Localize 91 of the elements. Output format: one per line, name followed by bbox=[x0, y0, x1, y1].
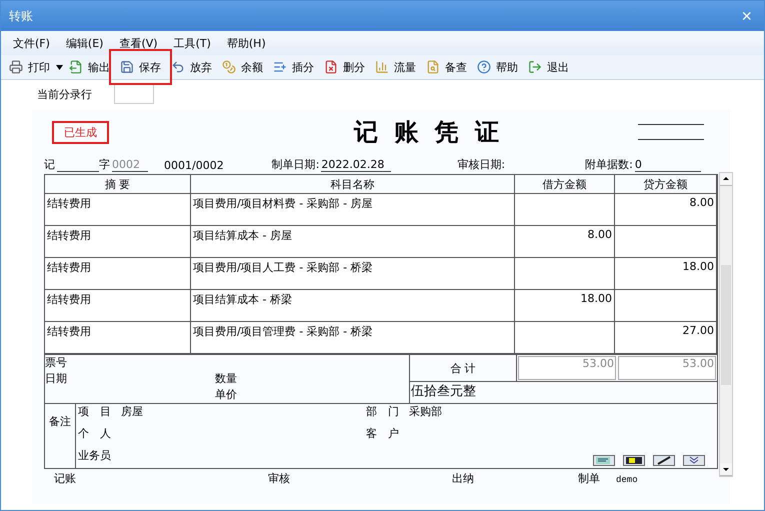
toolbar-button[interactable]: 插分 bbox=[269, 56, 318, 78]
toolbar-button[interactable]: 帮助 bbox=[473, 56, 522, 78]
page-number: 0001/0002 bbox=[164, 159, 224, 172]
account-cell[interactable]: 项目费用/项目人工费 - 采购部 - 桥梁 bbox=[191, 258, 515, 290]
field-label: 部 门 bbox=[366, 404, 399, 420]
toolbar-button[interactable]: 退出 bbox=[524, 56, 573, 78]
export-icon bbox=[69, 60, 83, 74]
summary-cell[interactable]: 结转费用 bbox=[45, 194, 191, 226]
toolbar-button[interactable]: 打印 bbox=[5, 56, 54, 78]
account-cell[interactable]: 项目费用/项目管理费 - 采购部 - 桥梁 bbox=[191, 322, 515, 354]
list-plus-icon bbox=[273, 60, 287, 74]
document-icon[interactable] bbox=[593, 455, 615, 466]
pen-icon[interactable] bbox=[653, 455, 675, 466]
toolbar-button[interactable]: 输出 bbox=[65, 56, 114, 78]
voucher-type: 记 bbox=[44, 157, 55, 172]
window-title: 转账 bbox=[9, 8, 33, 24]
double-chevron-icon[interactable] bbox=[683, 455, 705, 466]
summary-cell[interactable]: 结转费用 bbox=[45, 322, 191, 354]
type-line bbox=[57, 171, 99, 172]
remarks-label: 备注 bbox=[45, 404, 76, 468]
menu-item[interactable]: 工具(T) bbox=[168, 34, 217, 52]
signature-label: 制单 bbox=[578, 471, 600, 486]
menu-item[interactable]: 编辑(E) bbox=[60, 34, 110, 52]
signature-label: 记账 bbox=[54, 471, 76, 486]
menu-item[interactable]: 查看(V) bbox=[113, 34, 164, 52]
signature-label: 出纳 bbox=[452, 471, 474, 486]
date-value: 2022.02.28 bbox=[321, 158, 392, 172]
debit-cell[interactable] bbox=[515, 322, 615, 354]
current-row-label: 当前分录行 bbox=[37, 86, 92, 102]
menu-item[interactable]: 帮助(H) bbox=[220, 34, 272, 52]
toolbar-button[interactable]: 备查 bbox=[422, 56, 471, 78]
account-cell[interactable]: 项目费用/项目材料费 - 采购部 - 房屋 bbox=[191, 194, 515, 226]
file-search-icon bbox=[426, 60, 440, 74]
toolbar-button[interactable]: 余额 bbox=[218, 56, 267, 78]
field-value: 房屋 bbox=[121, 404, 143, 420]
printer-icon bbox=[9, 60, 23, 74]
credit-cell[interactable] bbox=[615, 290, 717, 322]
voucher-title: 记 账 凭 证 bbox=[354, 116, 504, 148]
toolbar-button[interactable]: 放弃 bbox=[167, 56, 216, 78]
caret-icon[interactable] bbox=[56, 64, 63, 70]
save-icon bbox=[120, 60, 134, 74]
debit-cell[interactable]: 18.00 bbox=[515, 290, 615, 322]
menu-item[interactable]: 文件(F) bbox=[7, 34, 56, 52]
total-label: 合 计 bbox=[410, 355, 517, 381]
date-label: 制单日期: bbox=[272, 157, 320, 172]
amount-in-words: 伍拾叁元整 bbox=[410, 383, 477, 400]
attachments-value: 0 bbox=[634, 158, 701, 172]
signature-label: 审核 bbox=[268, 471, 290, 486]
zi-label: 字 bbox=[99, 157, 110, 172]
signature-value: demo bbox=[616, 475, 638, 485]
scroll-down-icon[interactable] bbox=[720, 463, 732, 476]
card-icon[interactable] bbox=[623, 455, 645, 466]
debit-cell[interactable] bbox=[515, 194, 615, 226]
credit-cell[interactable]: 27.00 bbox=[615, 322, 717, 354]
audit-date-label: 审核日期: bbox=[457, 157, 506, 172]
field-label: 客 户 bbox=[366, 426, 399, 442]
scroll-up-icon[interactable] bbox=[720, 173, 732, 186]
summary-cell[interactable]: 结转费用 bbox=[45, 226, 191, 258]
field-label: 项 目 bbox=[78, 404, 111, 420]
debit-cell[interactable] bbox=[515, 258, 615, 290]
field-label: 业务员 bbox=[78, 448, 111, 464]
total-credit: 53.00 bbox=[618, 356, 716, 380]
toolbar-button[interactable]: 删分 bbox=[320, 56, 369, 78]
account-cell[interactable]: 项目结算成本 - 桥梁 bbox=[191, 290, 515, 322]
summary-cell[interactable]: 结转费用 bbox=[45, 258, 191, 290]
field-label: 个 人 bbox=[78, 426, 111, 442]
debit-cell[interactable]: 8.00 bbox=[515, 226, 615, 258]
logout-icon bbox=[528, 60, 542, 74]
summary-cell[interactable]: 结转费用 bbox=[45, 290, 191, 322]
field-value: 采购部 bbox=[409, 404, 442, 420]
current-row-field[interactable] bbox=[114, 84, 154, 104]
toolbar-button[interactable]: 保存 bbox=[116, 56, 165, 78]
credit-cell[interactable]: 18.00 bbox=[615, 258, 717, 290]
credit-cell[interactable] bbox=[615, 226, 717, 258]
date-label: 日期 bbox=[45, 371, 68, 387]
attachments-label: 附单据数: bbox=[585, 157, 633, 172]
bar-chart-icon bbox=[375, 60, 389, 74]
toolbar-button[interactable]: 流量 bbox=[371, 56, 420, 78]
account-cell[interactable]: 项目结算成本 - 房屋 bbox=[191, 226, 515, 258]
status-stamp: 已生成 bbox=[52, 120, 109, 144]
total-debit: 53.00 bbox=[518, 356, 616, 380]
quantity-label: 数量 bbox=[215, 371, 238, 387]
ticket-label: 票号 bbox=[45, 355, 68, 371]
unit-price-label: 单价 bbox=[215, 387, 238, 403]
file-x-icon bbox=[324, 60, 338, 74]
undo-icon bbox=[171, 60, 185, 74]
help-icon bbox=[477, 60, 491, 74]
vertical-scrollbar[interactable] bbox=[719, 172, 733, 477]
voucher-number: 0002 bbox=[112, 158, 148, 172]
credit-cell[interactable]: 8.00 bbox=[615, 194, 717, 226]
coins-icon bbox=[222, 60, 236, 74]
